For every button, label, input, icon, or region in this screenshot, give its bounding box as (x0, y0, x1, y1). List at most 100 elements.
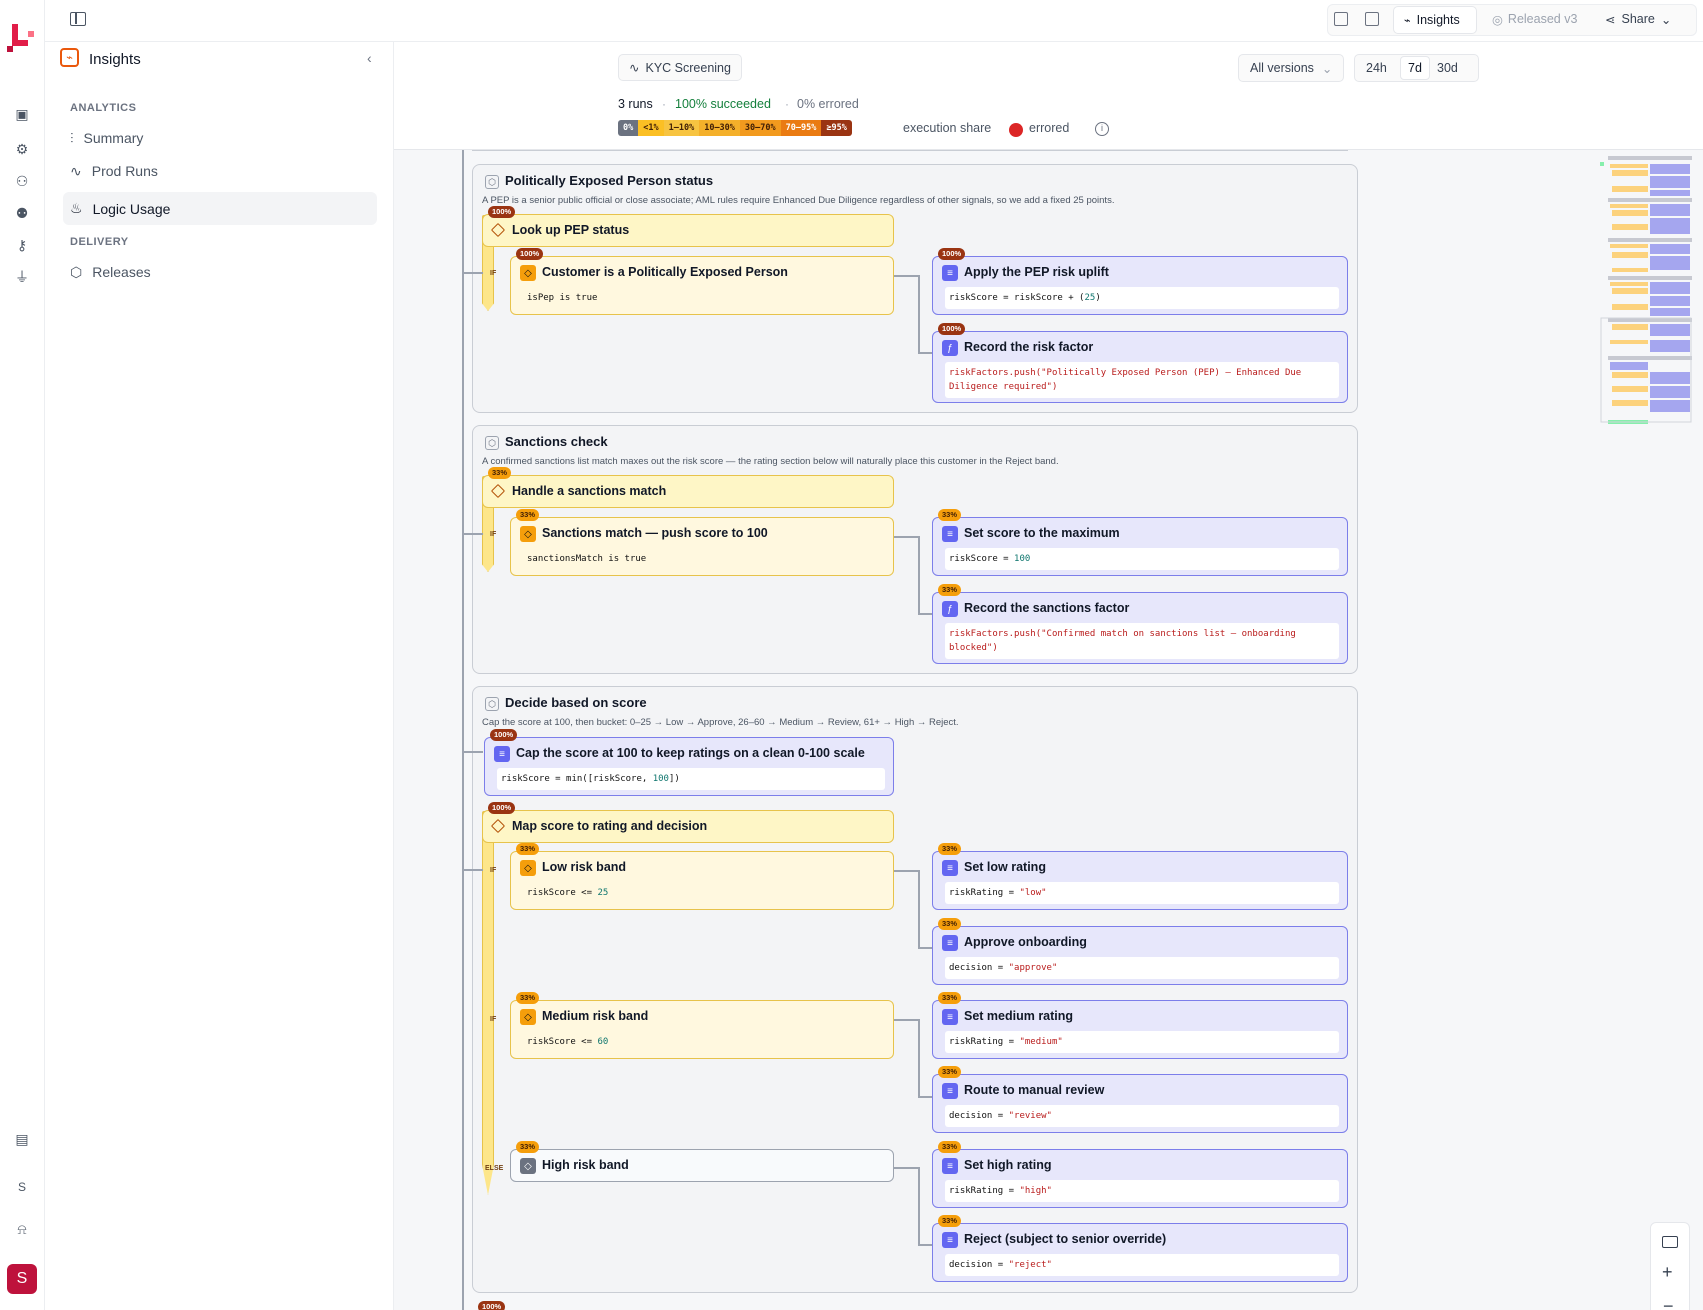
action-node[interactable]: 100% ≡ Cap the score at 100 to keep rati… (484, 729, 894, 796)
action-code: riskScore = 100 (945, 548, 1339, 570)
action-node[interactable]: 33% ≡ Set score to the maximum riskScore… (932, 509, 1348, 576)
sidebar-item-releases[interactable]: ⬡ Releases (70, 264, 151, 281)
sidebar-toggle-icon[interactable] (70, 12, 86, 26)
diamond-icon: ◇ (520, 526, 536, 542)
preview-icon[interactable] (1365, 12, 1379, 26)
action-node[interactable]: 33% ≡ Set low rating riskRating = "low" (932, 843, 1348, 910)
connector (918, 1096, 932, 1098)
list-icon: ≡ (942, 935, 958, 951)
zoom-in-icon[interactable]: + (1662, 1262, 1673, 1283)
folder-icon[interactable]: ▣ (12, 104, 32, 124)
share-icon: ⋖ (1605, 13, 1616, 27)
action-node[interactable]: 33% ≡ Set medium rating riskRating = "me… (932, 992, 1348, 1059)
if-label: IF (490, 867, 497, 874)
list-icon: ≡ (942, 265, 958, 281)
list-icon: ≡ (942, 1232, 958, 1248)
plug-icon[interactable]: ⏚ (12, 267, 32, 287)
code-line: blocked") (949, 643, 998, 653)
node-title: Set medium rating (964, 1009, 1074, 1023)
usage-badge: 33% (516, 992, 540, 1004)
user-icon[interactable]: ⚇ (12, 171, 32, 191)
top-edge (472, 150, 1348, 151)
execution-share-label: execution share (903, 121, 992, 135)
connector (918, 1167, 920, 1245)
zoom-out-icon[interactable]: − (1663, 1296, 1674, 1310)
node-title: Reject (subject to senior override) (964, 1232, 1167, 1246)
group-node[interactable]: 100% Map score to rating and decision (482, 802, 894, 843)
usage-badge: 100% (488, 206, 516, 218)
released-status[interactable]: ◎ Released v3 (1492, 12, 1577, 27)
sidebar-item-label: Releases (92, 264, 151, 280)
node-title: High risk band (542, 1158, 629, 1172)
top-bar: ⌁ Insights ◎ Released v3 ⋖ Share ⌄ (45, 0, 1703, 42)
box-icon: ⬡ (485, 175, 499, 189)
gear-icon[interactable]: ⚙ (12, 139, 32, 159)
else-node[interactable]: 33% ◇ High risk band (510, 1141, 894, 1182)
versions-select[interactable]: All versions ⌄ (1238, 54, 1344, 82)
condition-node[interactable]: 33% ◇ Low risk band riskScore <= 25 (510, 843, 894, 910)
flame-icon: ♨ (70, 200, 83, 216)
action-node[interactable]: 33% ≡ Reject (subject to senior override… (932, 1215, 1348, 1282)
node-title: Set high rating (964, 1158, 1052, 1172)
legend-swatch: 30–70% (739, 120, 781, 136)
code-line: riskFactors.push("Politically Exposed Pe… (949, 368, 1302, 378)
box-icon: ⬡ (485, 697, 499, 711)
insights-label: Insights (1416, 13, 1460, 27)
action-code: decision = "review" (945, 1105, 1339, 1127)
sidebar-item-summary[interactable]: ⫶ Summary (70, 130, 143, 147)
action-node[interactable]: 100% ≡ Apply the PEP risk uplift riskSco… (932, 248, 1348, 315)
connector (918, 1244, 932, 1246)
info-icon[interactable]: i (1095, 122, 1109, 136)
if-label: IF (490, 1016, 497, 1023)
condition-node[interactable]: 33% ◇ Medium risk band riskScore <= 60 (510, 992, 894, 1059)
usage-badge: 100% (516, 248, 544, 260)
action-node[interactable]: 100% ƒ Record the risk factor riskFactor… (932, 323, 1348, 403)
flow-chip[interactable]: ∿ KYC Screening (618, 54, 742, 81)
avatar[interactable]: S (7, 1264, 37, 1294)
condition-node[interactable]: 100% ◇ Customer is a Politically Exposed… (510, 248, 894, 315)
node-title: Sanctions match — push score to 100 (542, 526, 768, 540)
node-title: Approve onboarding (964, 935, 1087, 949)
node-title: Route to manual review (964, 1083, 1105, 1097)
sidebar-item-logic-usage[interactable]: ♨ Logic Usage (63, 192, 377, 225)
action-node[interactable]: 33% ≡ Route to manual review decision = … (932, 1066, 1348, 1133)
range-30d[interactable]: 30d (1437, 61, 1458, 75)
insights-tab[interactable]: ⌁ Insights (1393, 6, 1477, 34)
action-node[interactable]: 33% ≡ Set high rating riskRating = "high… (932, 1141, 1348, 1208)
diamond-icon: ◇ (520, 265, 536, 281)
condition-node[interactable]: 33% ◇ Sanctions match — push score to 10… (510, 509, 894, 576)
package-icon: ⬡ (70, 264, 83, 280)
minimap[interactable] (1600, 156, 1692, 426)
list-icon: ≡ (494, 746, 510, 762)
box-icon: ⬡ (485, 436, 499, 450)
fit-view-icon[interactable] (1662, 1236, 1678, 1248)
share-button[interactable]: ⋖ Share ⌄ (1605, 12, 1671, 27)
analytics-heading: ANALYTICS (70, 102, 137, 114)
logo[interactable] (7, 22, 37, 52)
key-icon[interactable]: ⚷ (12, 235, 32, 255)
chevron-down-icon: ⌄ (1660, 13, 1672, 27)
connector (918, 870, 920, 948)
collapse-icon[interactable]: ‹ (367, 50, 372, 66)
group-node[interactable]: 33% Handle a sanctions match (482, 467, 894, 508)
users-icon[interactable]: ⚉ (12, 203, 32, 223)
sidebar-item-prod-runs[interactable]: ∿ Prod Runs (70, 163, 158, 180)
bell-icon[interactable]: ⍾ (12, 1219, 32, 1239)
logic-canvas[interactable]: ⬡ Politically Exposed Person status A PE… (394, 150, 1703, 1310)
usage-badge: 33% (516, 1141, 540, 1153)
action-code: riskFactors.push("Politically Exposed Pe… (945, 362, 1339, 398)
spine-line (462, 150, 464, 1310)
range-7d[interactable]: 7d (1400, 56, 1430, 80)
user-initial[interactable]: S (12, 1177, 32, 1197)
message-plus-icon[interactable]: ▤ (12, 1129, 32, 1149)
action-node[interactable]: 33% ƒ Record the sanctions factor riskFa… (932, 584, 1348, 664)
range-24h[interactable]: 24h (1366, 61, 1387, 75)
diamond-icon: ◇ (520, 1009, 536, 1025)
share-label: Share (1621, 12, 1655, 26)
usage-badge: 33% (938, 992, 962, 1004)
connector (894, 870, 918, 872)
action-code: riskScore = riskScore + (25) (945, 287, 1339, 309)
inspect-icon[interactable] (1334, 12, 1348, 26)
group-node[interactable]: 100% Look up PEP status (482, 206, 894, 247)
action-node[interactable]: 33% ≡ Approve onboarding decision = "app… (932, 918, 1348, 985)
